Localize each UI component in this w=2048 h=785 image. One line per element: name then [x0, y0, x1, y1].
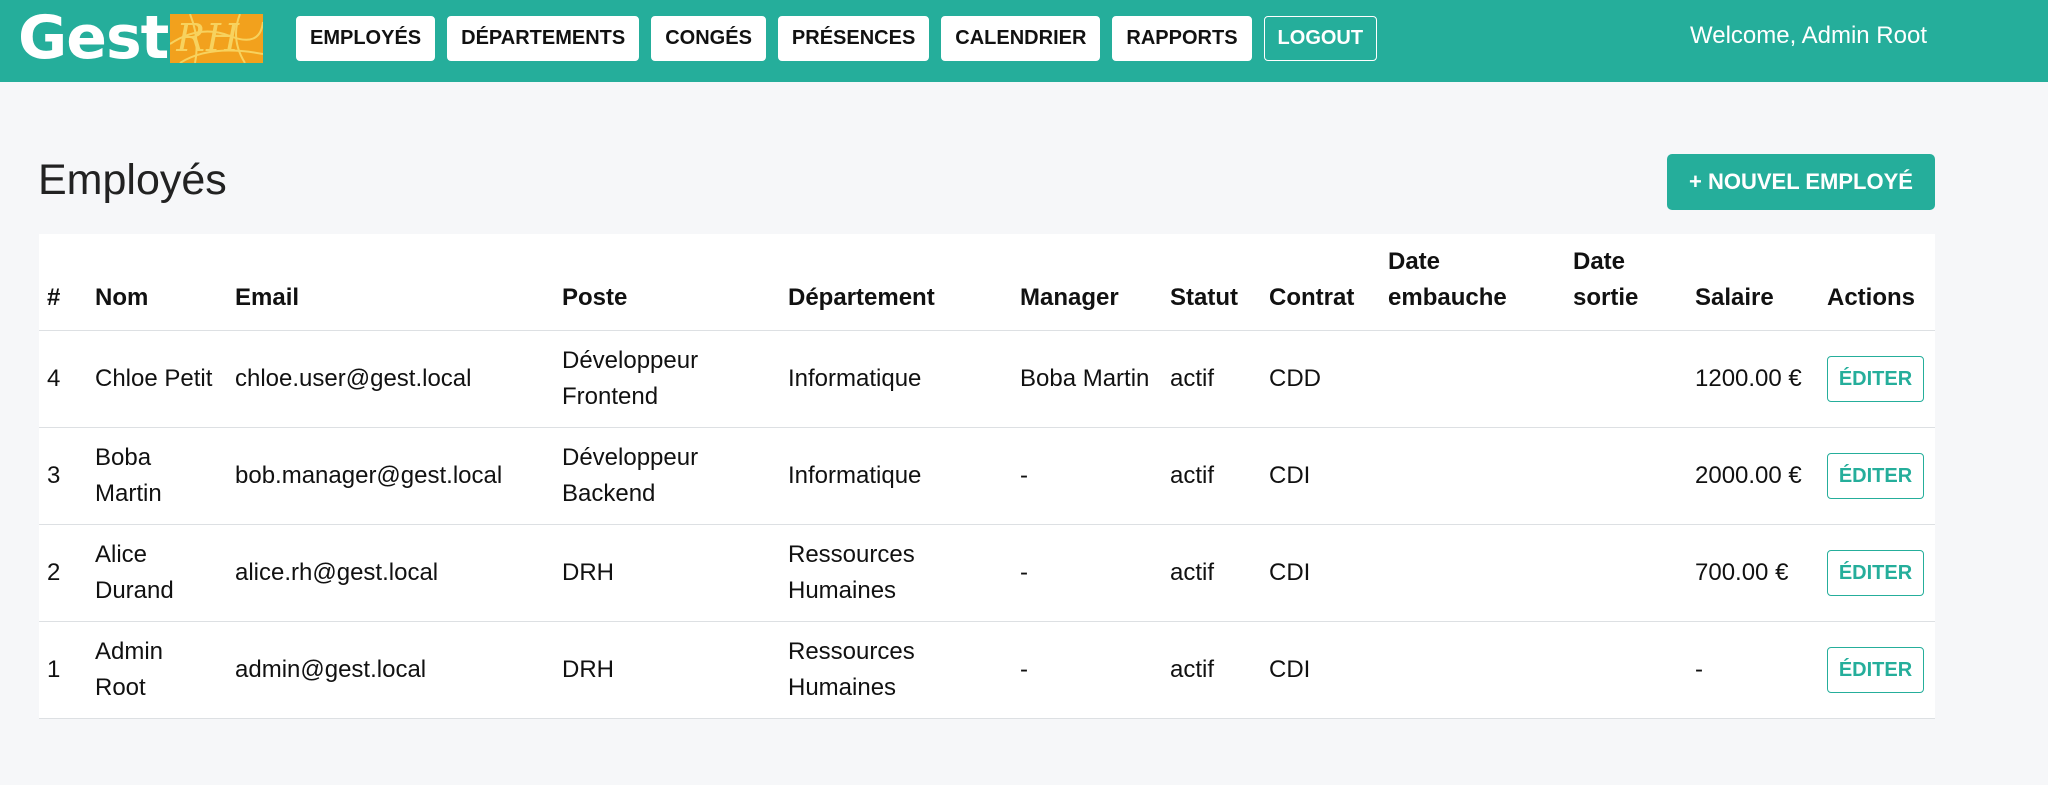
main-nav: EMPLOYÉS DÉPARTEMENTS CONGÉS PRÉSENCES C… — [296, 16, 1378, 61]
cell-departement: Informatique — [780, 330, 1012, 428]
cell-id: 1 — [39, 621, 87, 719]
cell-email: bob.manager@gest.local — [227, 427, 554, 525]
cell-email: chloe.user@gest.local — [227, 330, 554, 428]
cell-poste: DRH — [554, 621, 780, 719]
cell-manager: Boba Martin — [1012, 330, 1162, 428]
column-header-salaire: Salaire — [1687, 234, 1819, 331]
cell-manager: - — [1012, 524, 1162, 622]
cell-statut: actif — [1162, 427, 1261, 525]
cell-actions: ÉDITER — [1819, 524, 1935, 622]
app-logo[interactable]: Gest RH — [18, 3, 264, 73]
edit-button[interactable]: ÉDITER — [1827, 549, 1924, 596]
cell-contrat: CDI — [1261, 621, 1380, 719]
table-header: # Nom Email Poste Département Manager St… — [39, 234, 1935, 331]
cell-salaire: 700.00 € — [1687, 524, 1819, 622]
column-header-id: # — [39, 234, 87, 331]
cell-contrat: CDD — [1261, 330, 1380, 428]
cell-salaire: - — [1687, 621, 1819, 719]
cell-poste: Développeur Frontend — [554, 330, 780, 428]
cell-nom: Chloe Petit — [87, 330, 227, 428]
cell-date-embauche — [1380, 524, 1565, 622]
cell-manager: - — [1012, 621, 1162, 719]
cell-email: admin@gest.local — [227, 621, 554, 719]
cell-actions: ÉDITER — [1819, 427, 1935, 525]
cell-statut: actif — [1162, 621, 1261, 719]
cell-date-embauche — [1380, 330, 1565, 428]
nav-presences-button[interactable]: PRÉSENCES — [777, 16, 930, 61]
table-row: 2 Alice Durand alice.rh@gest.local DRH R… — [39, 524, 1935, 622]
column-header-date-embauche: Date embauche — [1380, 234, 1565, 331]
cell-id: 4 — [39, 330, 87, 428]
cell-date-sortie — [1565, 330, 1687, 428]
cell-date-sortie — [1565, 524, 1687, 622]
nav-rapports-button[interactable]: RAPPORTS — [1112, 16, 1252, 61]
cell-date-embauche — [1380, 427, 1565, 525]
logo-mark: RH — [170, 13, 264, 63]
logout-button[interactable]: LOGOUT — [1263, 16, 1378, 61]
cell-poste: DRH — [554, 524, 780, 622]
column-header-manager: Manager — [1012, 234, 1162, 331]
column-header-statut: Statut — [1162, 234, 1261, 331]
cell-salaire: 1200.00 € — [1687, 330, 1819, 428]
cell-actions: ÉDITER — [1819, 621, 1935, 719]
column-header-poste: Poste — [554, 234, 780, 331]
column-header-date-sortie: Date sortie — [1565, 234, 1687, 331]
cell-date-sortie — [1565, 621, 1687, 719]
new-employee-button[interactable]: + NOUVEL EMPLOYÉ — [1667, 154, 1935, 210]
column-header-contrat: Contrat — [1261, 234, 1380, 331]
nav-calendrier-button[interactable]: CALENDRIER — [941, 16, 1101, 61]
employees-table-container: # Nom Email Poste Département Manager St… — [39, 234, 1935, 719]
edit-button[interactable]: ÉDITER — [1827, 452, 1924, 499]
cell-statut: actif — [1162, 330, 1261, 428]
top-navbar: Gest RH EMPLOYÉS DÉPARTEMENTS CONGÉS PRÉ… — [0, 0, 2048, 82]
cell-departement: Informatique — [780, 427, 1012, 525]
cell-email: alice.rh@gest.local — [227, 524, 554, 622]
table-row: 1 Admin Root admin@gest.local DRH Ressou… — [39, 621, 1935, 719]
table-row: 4 Chloe Petit chloe.user@gest.local Déve… — [39, 330, 1935, 428]
column-header-email: Email — [227, 234, 554, 331]
table-body: 4 Chloe Petit chloe.user@gest.local Déve… — [39, 330, 1935, 719]
column-header-actions: Actions — [1819, 234, 1935, 331]
table-row: 3 Boba Martin bob.manager@gest.local Dév… — [39, 427, 1935, 525]
edit-button[interactable]: ÉDITER — [1827, 646, 1924, 693]
cell-departement: Ressources Humaines — [780, 621, 1012, 719]
cell-poste: Développeur Backend — [554, 427, 780, 525]
table-header-row: # Nom Email Poste Département Manager St… — [39, 234, 1935, 331]
nav-conges-button[interactable]: CONGÉS — [651, 16, 766, 61]
nav-departements-button[interactable]: DÉPARTEMENTS — [447, 16, 640, 61]
page-title: Employés — [38, 156, 227, 204]
column-header-departement: Département — [780, 234, 1012, 331]
welcome-message: Welcome, Admin Root — [1690, 22, 1927, 49]
column-header-nom: Nom — [87, 234, 227, 331]
cell-manager: - — [1012, 427, 1162, 525]
cell-nom: Alice Durand — [87, 524, 227, 622]
cell-contrat: CDI — [1261, 427, 1380, 525]
employees-table: # Nom Email Poste Département Manager St… — [39, 234, 1935, 719]
cell-departement: Ressources Humaines — [780, 524, 1012, 622]
cell-nom: Admin Root — [87, 621, 227, 719]
cell-nom: Boba Martin — [87, 427, 227, 525]
cell-date-embauche — [1380, 621, 1565, 719]
cell-id: 3 — [39, 427, 87, 525]
logo-mark-text: RH — [176, 15, 241, 60]
cell-actions: ÉDITER — [1819, 330, 1935, 428]
nav-employes-button[interactable]: EMPLOYÉS — [296, 16, 436, 61]
edit-button[interactable]: ÉDITER — [1827, 355, 1924, 402]
cell-salaire: 2000.00 € — [1687, 427, 1819, 525]
cell-contrat: CDI — [1261, 524, 1380, 622]
cell-id: 2 — [39, 524, 87, 622]
cell-date-sortie — [1565, 427, 1687, 525]
cell-statut: actif — [1162, 524, 1261, 622]
logo-text: Gest — [18, 3, 169, 73]
